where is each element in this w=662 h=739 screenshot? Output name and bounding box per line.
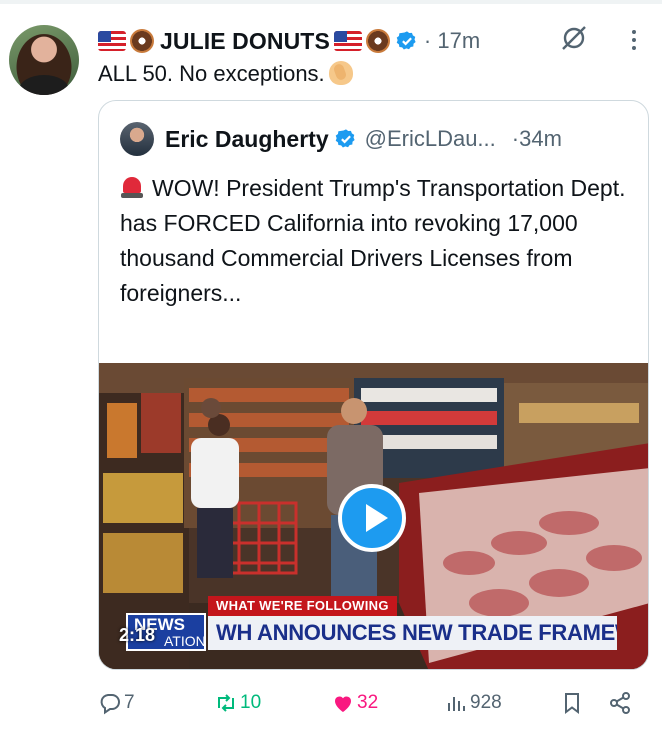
top-divider (0, 0, 662, 4)
play-button[interactable] (338, 484, 406, 552)
share-icon (610, 692, 630, 714)
grok-icon[interactable] (560, 24, 588, 52)
post-text-body: ALL 50. No exceptions. (98, 61, 325, 86)
us-flag-icon (333, 31, 362, 51)
analytics-icon (448, 697, 465, 711)
post-text: ALL 50. No exceptions. (98, 60, 353, 88)
post-time[interactable]: · 17m (424, 28, 480, 54)
donut-icon (365, 29, 390, 53)
us-flag-icon (98, 31, 126, 51)
reply-button[interactable]: 7 (98, 686, 135, 720)
police-siren-icon (120, 175, 144, 199)
quoted-post-time[interactable]: ·34m (512, 126, 562, 152)
share-button[interactable] (608, 686, 632, 720)
repost-button[interactable]: 10 (214, 686, 261, 720)
verified-badge-icon[interactable] (335, 128, 357, 150)
heart-icon (335, 696, 351, 712)
chyron-top: WHAT WE'RE FOLLOWING (208, 596, 397, 616)
quoted-post-text-body: WOW! President Trump's Transportation De… (120, 175, 626, 306)
quoted-post[interactable]: Eric Daugherty @EricLDau... ·34m WOW! Pr… (98, 100, 649, 670)
clapping-hands-icon (328, 61, 353, 85)
action-bar: 7 10 32 928 (98, 686, 646, 720)
author-name[interactable]: JULIE DONUTS (160, 28, 330, 55)
verified-badge-icon[interactable] (396, 30, 418, 52)
quoted-post-text: WOW! President Trump's Transportation De… (120, 171, 635, 311)
views-button[interactable]: 928 (444, 686, 502, 720)
video-timer: 2:18 (119, 625, 156, 645)
bookmark-button[interactable] (560, 686, 584, 720)
news-logo-bottom: ATION (164, 633, 206, 649)
donut-icon (130, 29, 154, 53)
views-count: 928 (470, 692, 502, 713)
more-options-icon[interactable] (625, 27, 643, 53)
like-count: 32 (357, 692, 379, 713)
video-player[interactable]: WHAT WE'RE FOLLOWING WH ANNOUNCES NEW TR… (99, 363, 648, 669)
post-time-value: 17m (437, 28, 481, 53)
post-header: JULIE DONUTS · 17m (98, 27, 480, 55)
quoted-post-header: Eric Daugherty @EricLDau... ·34m (165, 125, 562, 153)
author-avatar[interactable] (9, 25, 79, 95)
bookmark-icon (565, 693, 579, 714)
reply-count: 7 (124, 692, 135, 713)
quoted-author-name[interactable]: Eric Daugherty (165, 126, 329, 153)
repost-count: 10 (240, 692, 262, 713)
repost-icon (218, 694, 234, 712)
reply-icon (100, 694, 120, 715)
quoted-author-avatar[interactable] (120, 122, 154, 156)
chyron-headline: WH ANNOUNCES NEW TRADE FRAMEWORKS (208, 616, 617, 650)
like-button[interactable]: 32 (331, 686, 378, 720)
quoted-author-handle[interactable]: @EricLDau... (365, 126, 496, 152)
